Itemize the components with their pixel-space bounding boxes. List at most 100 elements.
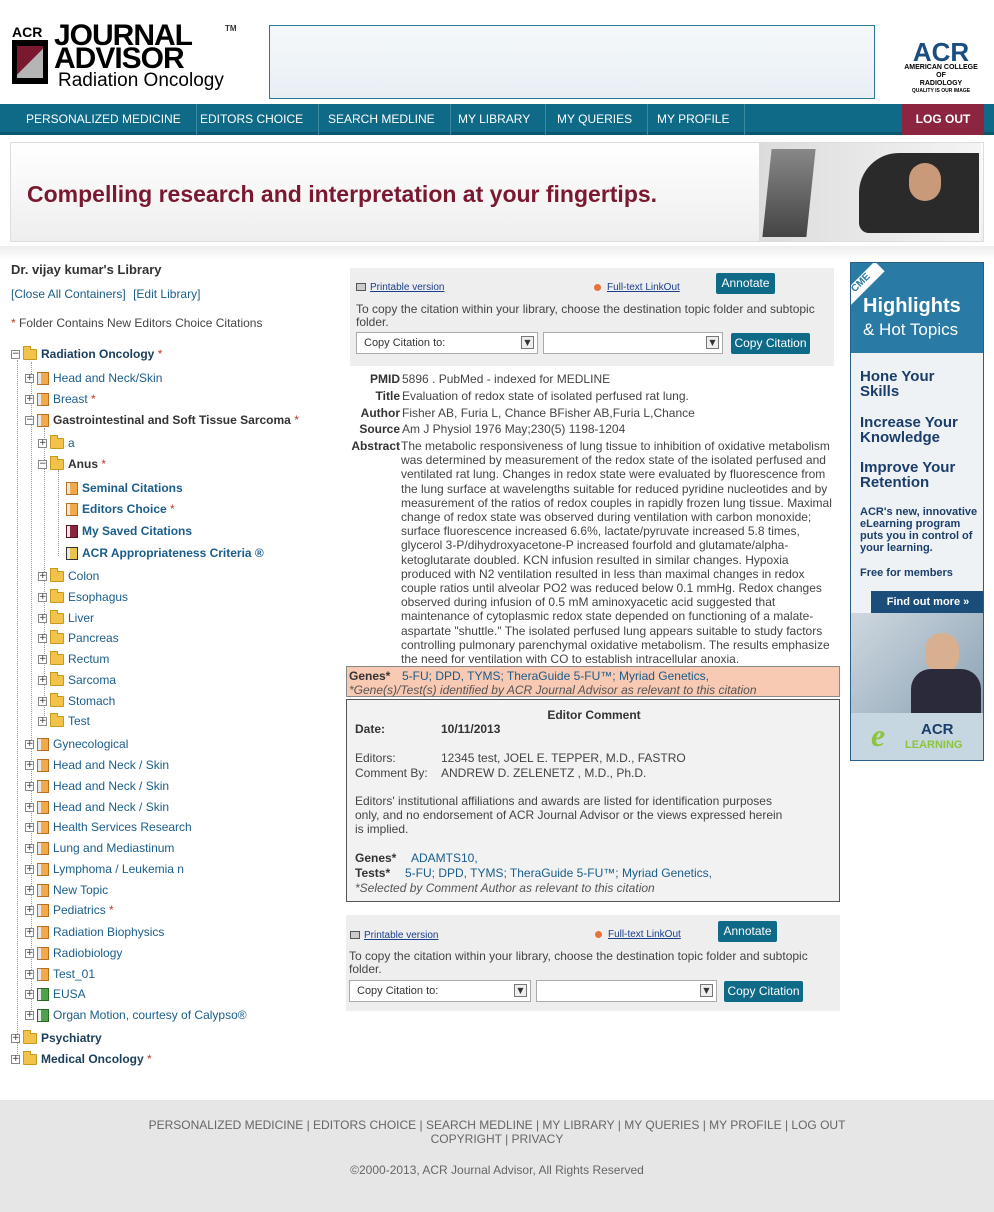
tree-node[interactable]: + Head and Neck / Skin [25, 778, 169, 794]
tree-node[interactable]: − Radiation Oncology * [11, 346, 162, 362]
tree-node[interactable]: − Gastrointestinal and Soft Tissue Sarcom… [25, 412, 299, 428]
fulltext-linkout[interactable]: Full-text LinkOut [594, 282, 680, 293]
tree-node[interactable]: + Radiation Biophysics [25, 924, 164, 940]
tree-node[interactable]: + Lymphoma / Leukemia n [25, 861, 184, 877]
expand-icon[interactable]: + [25, 395, 34, 405]
copy-citation-button[interactable]: Copy Citation [724, 981, 803, 1002]
expand-icon[interactable]: + [38, 572, 47, 582]
expand-icon[interactable]: + [25, 803, 34, 813]
annotate-button[interactable]: Annotate [718, 921, 777, 942]
tree-node[interactable]: + New Topic [25, 882, 108, 898]
tree-node[interactable]: + Test [38, 713, 90, 729]
tree-node[interactable]: Editors Choice * [66, 501, 175, 517]
expand-icon[interactable]: + [25, 374, 34, 384]
expand-icon[interactable]: + [11, 1034, 20, 1044]
tree-node[interactable]: + Head and Neck/Skin [25, 370, 162, 386]
ed-genes-links[interactable]: ADAMTS10, [411, 851, 478, 865]
tree-node[interactable]: + Pancreas [38, 630, 119, 646]
expand-icon[interactable]: + [25, 928, 34, 938]
tree-node[interactable]: + Lung and Mediastinum [25, 840, 174, 856]
tree-node[interactable]: My Saved Citations [66, 523, 192, 539]
fulltext-linkout[interactable]: Full-text LinkOut [595, 929, 681, 940]
close-all-containers-link[interactable]: [Close All Containers] [11, 287, 126, 301]
expand-icon[interactable]: + [25, 1011, 34, 1021]
tree-node[interactable]: + Breast * [25, 391, 96, 407]
copy-citation-button[interactable]: Copy Citation [731, 333, 810, 354]
ed-tests-links[interactable]: 5-FU; DPD, TYMS; TheraGuide 5-FU™; Myria… [405, 866, 712, 880]
expand-icon[interactable]: + [25, 886, 34, 896]
expand-icon[interactable]: + [25, 740, 34, 750]
expand-icon[interactable]: + [38, 634, 47, 644]
tree-label: ACR Appropriateness Criteria ® [82, 546, 264, 560]
tree-node[interactable]: − Anus * [38, 456, 106, 472]
tree-node[interactable]: + Radiobiology [25, 945, 122, 961]
elearning-ad[interactable]: CME Highlights & Hot Topics Hone Your Sk… [850, 262, 984, 761]
find-out-more-button[interactable]: Find out more » [871, 591, 983, 613]
tree-node[interactable]: + Medical Oncology * [11, 1051, 152, 1067]
nav-personalized-medicine[interactable]: PERSONALIZED MEDICINE [11, 104, 197, 135]
collapse-icon[interactable]: − [38, 460, 47, 470]
expand-icon[interactable]: + [25, 906, 34, 916]
nav-my-queries[interactable]: MY QUERIES [542, 104, 649, 135]
expand-icon[interactable]: + [25, 782, 34, 792]
collapse-icon[interactable]: − [11, 350, 20, 360]
expand-icon[interactable]: + [38, 655, 47, 665]
tree-node[interactable]: + Colon [38, 568, 99, 584]
tree-node[interactable]: + Organ Motion, courtesy of Calypso® [25, 1007, 247, 1023]
tree-node[interactable]: + EUSA [25, 986, 86, 1002]
tree-node[interactable]: + Liver [38, 610, 94, 626]
printable-version-link[interactable]: Printable version [350, 930, 438, 941]
subtopic-select[interactable]: ▼ [536, 980, 717, 1002]
tree-node[interactable]: + Pediatrics * [25, 902, 114, 918]
tree-node[interactable]: + Health Services Research [25, 819, 192, 835]
annotate-button[interactable]: Annotate [716, 273, 775, 294]
copy-citation-to-select[interactable]: Copy Citation to: ▼ [356, 332, 538, 354]
tree-node[interactable]: ACR Appropriateness Criteria ® [66, 545, 264, 561]
expand-icon[interactable]: + [25, 865, 34, 875]
nav-my-library[interactable]: MY LIBRARY [443, 104, 547, 135]
expand-icon[interactable]: + [25, 949, 34, 959]
footer-links[interactable]: PERSONALIZED MEDICINE | EDITORS CHOICE |… [0, 1118, 994, 1146]
expand-icon[interactable]: + [38, 439, 47, 449]
tree-node[interactable]: + Gynecological [25, 736, 128, 752]
expand-icon[interactable]: + [25, 844, 34, 854]
expand-icon[interactable]: + [25, 970, 34, 980]
journal-advisor-logo[interactable]: ACR JOURNAL ADVISOR TM Radiation Oncolog… [10, 21, 237, 91]
expand-icon[interactable]: + [38, 717, 47, 727]
star-marker: * [170, 502, 175, 516]
copy-instruction: To copy the citation within your library… [349, 949, 808, 976]
tree-node[interactable]: + Test_01 [25, 966, 95, 982]
expand-icon[interactable]: + [38, 593, 47, 603]
expand-icon[interactable]: + [25, 823, 34, 833]
nav-my-profile[interactable]: MY PROFILE [642, 104, 746, 135]
tree-node[interactable]: Seminal Citations [66, 480, 183, 496]
footer-links-row2[interactable]: COPYRIGHT | PRIVACY [0, 1132, 994, 1146]
expand-icon[interactable]: + [11, 1055, 20, 1065]
expand-icon[interactable]: + [25, 990, 34, 1000]
tree-label: Rectum [68, 652, 110, 666]
collapse-icon[interactable]: − [25, 416, 34, 426]
expand-icon[interactable]: + [38, 697, 47, 707]
genes-links[interactable]: 5-FU; DPD, TYMS; TheraGuide 5-FU™; Myria… [402, 669, 709, 683]
tree-node[interactable]: + Head and Neck / Skin [25, 757, 169, 773]
acr-brand-logo[interactable]: ACR AMERICAN COLLEGE OF RADIOLOGY QUALIT… [900, 39, 982, 94]
subtopic-select[interactable]: ▼ [543, 332, 723, 354]
edit-library-link[interactable]: [Edit Library] [133, 287, 200, 301]
nav-editors-choice[interactable]: EDITORS CHOICE [185, 104, 320, 135]
printable-version-link[interactable]: Printable version [356, 282, 444, 293]
expand-icon[interactable]: + [38, 676, 47, 686]
tree-node[interactable]: + Stomach [38, 693, 115, 709]
tree-node[interactable]: + Sarcoma [38, 672, 116, 688]
tree-node[interactable]: + Esophagus [38, 589, 128, 605]
tree-node[interactable]: + Psychiatry [11, 1030, 102, 1046]
tree-node[interactable]: + a [38, 435, 75, 451]
copy-citation-to-select[interactable]: Copy Citation to: ▼ [349, 980, 531, 1002]
tree-node[interactable]: + Head and Neck / Skin [25, 799, 169, 815]
top-ad-banner[interactable] [269, 25, 875, 99]
expand-icon[interactable]: + [25, 761, 34, 771]
expand-icon[interactable]: + [38, 614, 47, 624]
footer-links-row1[interactable]: PERSONALIZED MEDICINE | EDITORS CHOICE |… [0, 1118, 994, 1132]
nav-search-medline[interactable]: SEARCH MEDLINE [313, 104, 451, 135]
logout-button[interactable]: LOG OUT [902, 104, 984, 135]
tree-node[interactable]: + Rectum [38, 651, 109, 667]
